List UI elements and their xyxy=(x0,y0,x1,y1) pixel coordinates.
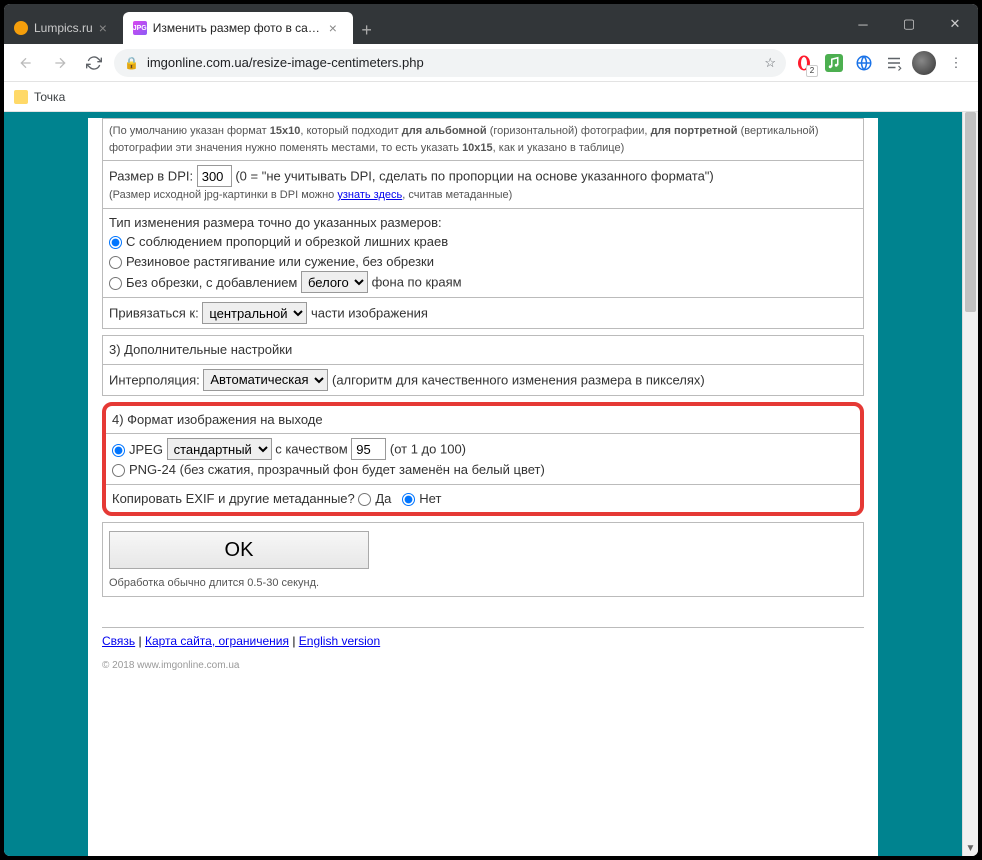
url-text: imgonline.com.ua/resize-image-centimeter… xyxy=(147,55,756,70)
maximize-button[interactable]: ▢ xyxy=(886,4,932,44)
profile-avatar[interactable] xyxy=(912,51,936,75)
dpi-link[interactable]: узнать здесь xyxy=(337,189,402,201)
tab-imgonline[interactable]: JPG Изменить размер фото в санти × xyxy=(123,12,353,44)
dpi-subnote: (Размер исходной jpg-картинки в DPI можн… xyxy=(109,187,857,204)
copyright: © 2018 www.imgonline.com.ua xyxy=(102,660,864,671)
favicon-imgonline: JPG xyxy=(133,21,147,35)
bookmark-favicon xyxy=(14,90,28,104)
minimize-button[interactable]: ─ xyxy=(840,4,886,44)
vertical-scrollbar[interactable]: ▲ ▼ xyxy=(962,112,978,856)
jpeg-type-select[interactable]: стандартный xyxy=(167,438,272,460)
back-button[interactable] xyxy=(12,49,40,77)
interpolation-select[interactable]: Автоматическая xyxy=(203,369,328,391)
bookmark-star-icon[interactable]: ☆ xyxy=(764,55,776,71)
exif-label: Копировать EXIF и другие метаданные? xyxy=(112,491,358,506)
bookmarks-bar: Точка xyxy=(4,82,978,112)
interpolation-label: Интерполяция: xyxy=(109,372,203,387)
close-tab-icon[interactable]: × xyxy=(99,20,113,36)
format-png-option[interactable]: PNG-24 (без сжатия, прозрачный фон будет… xyxy=(112,462,545,477)
extension-music[interactable] xyxy=(822,51,846,75)
close-tab-icon[interactable]: × xyxy=(329,20,343,36)
format-note: (По умолчанию указан формат 15x10, котор… xyxy=(109,123,857,156)
tab-title: Изменить размер фото в санти xyxy=(153,21,323,35)
tab-lumpics[interactable]: Lumpics.ru × xyxy=(4,12,123,44)
close-window-button[interactable]: ✕ xyxy=(932,4,978,44)
exif-yes-option[interactable]: Да xyxy=(358,491,391,506)
page-content: (По умолчанию указан формат 15x10, котор… xyxy=(4,112,962,856)
dpi-label: Размер в DPI: xyxy=(109,169,193,184)
resize-type-label: Тип изменения размера точно до указанных… xyxy=(109,213,857,233)
tab-title: Lumpics.ru xyxy=(34,21,93,35)
jpeg-quality-input[interactable] xyxy=(351,438,386,460)
bookmark-item[interactable]: Точка xyxy=(34,90,65,104)
dpi-hint: (0 = "не учитывать DPI, сделать по пропо… xyxy=(235,169,713,184)
extension-opera[interactable] xyxy=(792,51,816,75)
section-4-output-format: 4) Формат изображения на выходе JPEG ста… xyxy=(102,402,864,517)
exif-no-option[interactable]: Нет xyxy=(402,491,441,506)
resize-opt-pad[interactable]: Без обрезки, с добавлением xyxy=(109,275,301,290)
interpolation-hint: (алгоритм для качественного изменения ра… xyxy=(332,372,705,387)
section-3-advanced: 3) Дополнительные настройки Интерполяция… xyxy=(102,335,864,396)
forward-button[interactable] xyxy=(46,49,74,77)
section-4-title: 4) Формат изображения на выходе xyxy=(106,406,860,435)
anchor-select[interactable]: центральной xyxy=(202,302,307,324)
footer-english-link[interactable]: English version xyxy=(299,634,380,648)
extension-globe[interactable] xyxy=(852,51,876,75)
scrollbar-thumb[interactable] xyxy=(965,112,976,312)
resize-opt-crop[interactable]: С соблюдением пропорций и обрезкой лишни… xyxy=(109,234,448,249)
section-3-title: 3) Дополнительные настройки xyxy=(103,336,863,365)
menu-button[interactable]: ⋮ xyxy=(942,49,970,77)
new-tab-button[interactable]: + xyxy=(353,16,381,44)
footer-sitemap-link[interactable]: Карта сайта, ограничения xyxy=(145,634,289,648)
ok-button[interactable]: OK xyxy=(109,531,369,569)
section-2-resize: (По умолчанию указан формат 15x10, котор… xyxy=(102,118,864,329)
address-bar: 🔒 imgonline.com.ua/resize-image-centimet… xyxy=(4,44,978,82)
footer-links: Связь | Карта сайта, ограничения | Engli… xyxy=(102,627,864,654)
browser-titlebar: Lumpics.ru × JPG Изменить размер фото в … xyxy=(4,4,978,44)
reload-button[interactable] xyxy=(80,49,108,77)
scroll-down-icon[interactable]: ▼ xyxy=(963,840,978,856)
footer-contact-link[interactable]: Связь xyxy=(102,634,135,648)
pad-color-select[interactable]: белого xyxy=(301,271,368,293)
lock-icon: 🔒 xyxy=(124,56,139,70)
omnibox[interactable]: 🔒 imgonline.com.ua/resize-image-centimet… xyxy=(114,49,786,77)
format-jpeg-option[interactable]: JPEG xyxy=(112,442,163,457)
dpi-input[interactable] xyxy=(197,165,232,187)
resize-opt-stretch[interactable]: Резиновое растягивание или сужение, без … xyxy=(109,254,434,269)
submit-section: OK Обработка обычно длится 0.5-30 секунд… xyxy=(102,522,864,597)
anchor-label: Привязаться к: xyxy=(109,306,202,321)
favicon-lumpics xyxy=(14,21,28,35)
jpeg-quality-hint: (от 1 до 100) xyxy=(390,442,466,457)
processing-hint: Обработка обычно длится 0.5-30 секунд. xyxy=(109,575,857,592)
reading-list-icon[interactable] xyxy=(882,51,906,75)
